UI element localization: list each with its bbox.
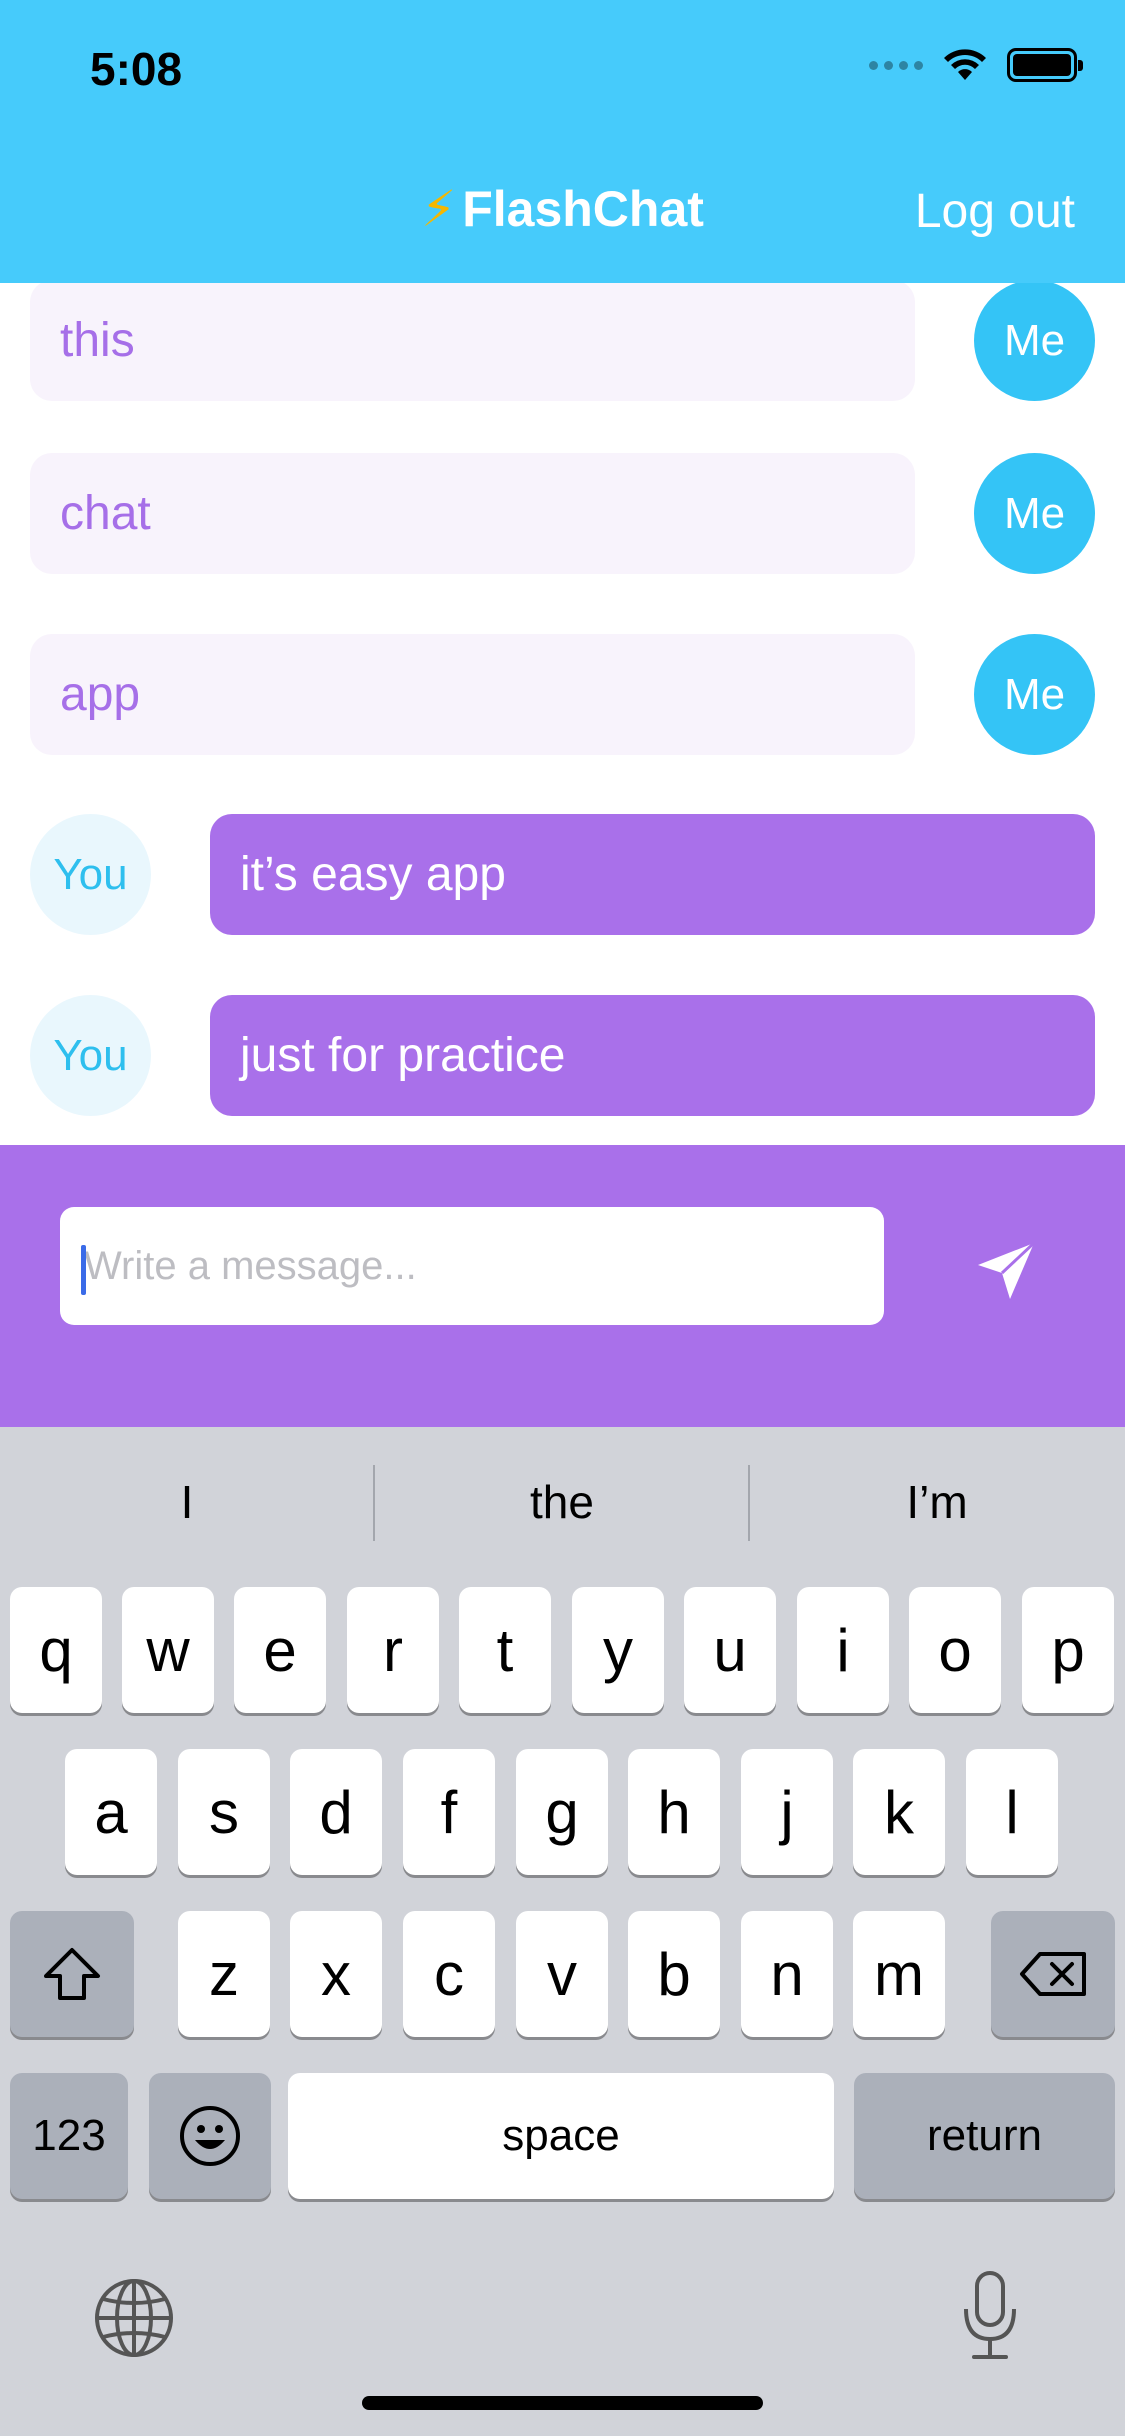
key-e[interactable]: e — [234, 1587, 326, 1713]
return-key[interactable]: return — [854, 2073, 1115, 2199]
avatar: You — [30, 995, 151, 1116]
numbers-key[interactable]: 123 — [10, 2073, 128, 2199]
key-w[interactable]: w — [122, 1587, 214, 1713]
delete-key[interactable] — [991, 1911, 1115, 2037]
nav-header: 5:08 ⚡ FlashChat Log out — [0, 0, 1125, 283]
key-g[interactable]: g — [516, 1749, 608, 1875]
avatar: Me — [974, 283, 1095, 401]
send-button[interactable] — [966, 1231, 1046, 1311]
battery-icon — [1007, 48, 1083, 82]
message-bubble: it’s easy app — [210, 814, 1095, 935]
suggestion-bar: I the I’m — [0, 1427, 1125, 1577]
key-c[interactable]: c — [403, 1911, 495, 2037]
globe-icon — [95, 2279, 173, 2357]
key-i[interactable]: i — [797, 1587, 889, 1713]
home-indicator[interactable] — [362, 2396, 763, 2410]
key-l[interactable]: l — [966, 1749, 1058, 1875]
suggestion-item[interactable]: the — [375, 1427, 749, 1577]
key-b[interactable]: b — [628, 1911, 720, 2037]
avatar: Me — [974, 453, 1095, 574]
key-m[interactable]: m — [853, 1911, 945, 2037]
key-z[interactable]: z — [178, 1911, 270, 2037]
status-time: 5:08 — [90, 43, 183, 95]
paper-plane-icon — [978, 1241, 1036, 1299]
message-bubble: just for practice — [210, 995, 1095, 1116]
shift-key[interactable] — [10, 1911, 134, 2037]
key-o[interactable]: o — [909, 1587, 1001, 1713]
message-list[interactable]: this Me chat Me app Me You it’s easy app… — [0, 283, 1125, 1145]
message-input[interactable] — [60, 1207, 884, 1325]
space-key[interactable]: space — [288, 2073, 834, 2199]
key-q[interactable]: q — [10, 1587, 102, 1713]
key-d[interactable]: d — [290, 1749, 382, 1875]
key-s[interactable]: s — [178, 1749, 270, 1875]
key-t[interactable]: t — [459, 1587, 551, 1713]
message-bubble: this — [30, 283, 915, 401]
message-row: You it’s easy app — [0, 814, 1125, 935]
key-y[interactable]: y — [572, 1587, 664, 1713]
key-u[interactable]: u — [684, 1587, 776, 1713]
lightning-icon: ⚡ — [421, 181, 457, 237]
message-bubble: chat — [30, 453, 915, 574]
key-f[interactable]: f — [403, 1749, 495, 1875]
message-row: You just for practice — [0, 995, 1125, 1116]
message-composer — [0, 1145, 1125, 1427]
suggestion-item[interactable]: I’m — [750, 1427, 1124, 1577]
microphone-icon — [964, 2271, 1016, 2359]
key-v[interactable]: v — [516, 1911, 608, 2037]
key-j[interactable]: j — [741, 1749, 833, 1875]
emoji-key[interactable] — [149, 2073, 271, 2199]
message-row: app Me — [0, 634, 1125, 755]
cellular-signal-icon — [869, 60, 923, 70]
suggestion-item[interactable]: I — [0, 1427, 374, 1577]
smiley-icon — [180, 2106, 240, 2166]
logout-button[interactable]: Log out — [915, 184, 1075, 239]
key-a[interactable]: a — [65, 1749, 157, 1875]
page-title-text: FlashChat — [462, 181, 704, 237]
key-r[interactable]: r — [347, 1587, 439, 1713]
text-caret — [81, 1245, 86, 1295]
key-h[interactable]: h — [628, 1749, 720, 1875]
key-k[interactable]: k — [853, 1749, 945, 1875]
key-p[interactable]: p — [1022, 1587, 1114, 1713]
message-bubble: app — [30, 634, 915, 755]
key-x[interactable]: x — [290, 1911, 382, 2037]
keyboard: I the I’m q w e r t y u i o p a s d f g … — [0, 1427, 1125, 2436]
wifi-icon — [944, 49, 986, 80]
shift-arrow-icon — [44, 1948, 100, 2000]
backspace-icon — [1020, 1952, 1086, 1996]
avatar: You — [30, 814, 151, 935]
globe-button[interactable] — [93, 2277, 175, 2364]
status-icons — [869, 48, 1083, 82]
message-row: chat Me — [0, 453, 1125, 574]
key-n[interactable]: n — [741, 1911, 833, 2037]
message-row: this Me — [0, 283, 1125, 401]
dictation-button[interactable] — [960, 2269, 1020, 2368]
avatar: Me — [974, 634, 1095, 755]
